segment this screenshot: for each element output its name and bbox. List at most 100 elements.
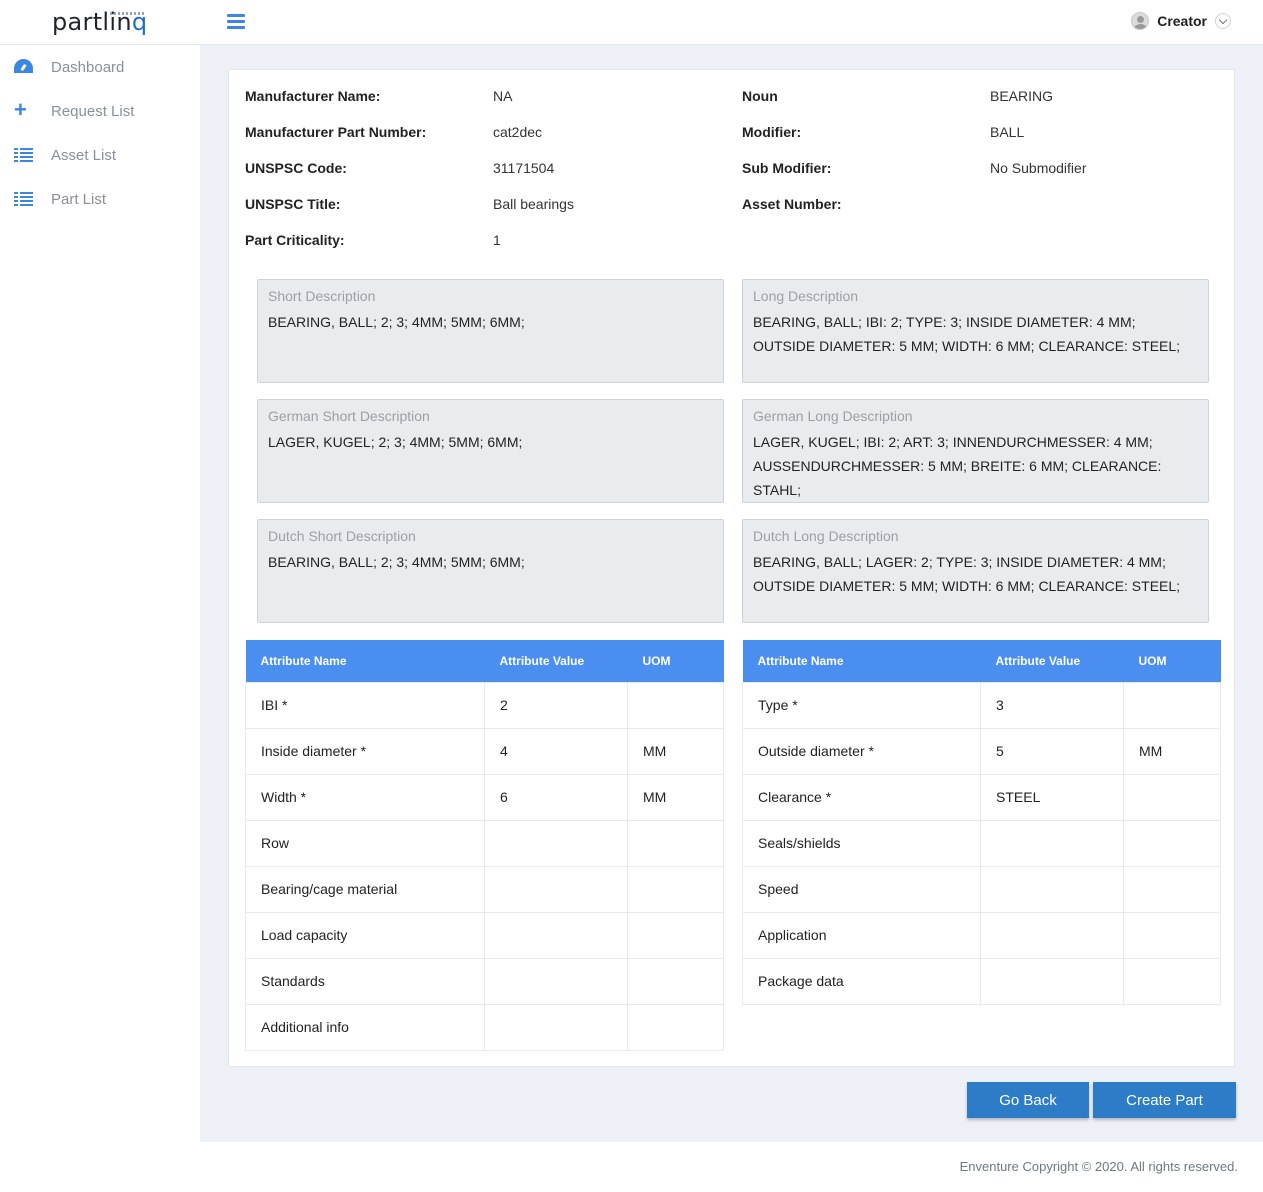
uom-header: UOM — [1123, 640, 1221, 682]
dutch-long-description-text: BEARING, BALL; LAGER: 2; TYPE: 3; INSIDE… — [753, 554, 1181, 594]
long-description-label: Long Description — [753, 288, 859, 304]
attribute-name-cell: Width * — [245, 773, 485, 821]
attribute-name-cell: Clearance * — [742, 773, 981, 821]
user-name: Creator — [1157, 13, 1207, 29]
attribute-value-cell — [484, 911, 628, 959]
manufacturer-part-number-label: Manufacturer Part Number: — [245, 124, 427, 140]
short-description-box[interactable]: Short Description BEARING, BALL; 2; 3; 4… — [257, 279, 724, 383]
user-avatar-icon — [1131, 12, 1150, 30]
table-header-row: Attribute Name Attribute Value UOM — [245, 640, 724, 682]
table-row: Speed — [742, 865, 1221, 913]
unspsc-title-label: UNSPSC Title: — [245, 196, 341, 212]
list-icon — [14, 189, 34, 209]
right-attribute-table: Attribute Name Attribute Value UOM Type … — [742, 640, 1221, 1005]
long-description-box[interactable]: Long Description BEARING, BALL; IBI: 2; … — [742, 279, 1209, 383]
part-criticality-value: 1 — [493, 232, 501, 248]
german-short-description-label: German Short Description — [268, 408, 430, 424]
attribute-name-cell: Row — [245, 819, 485, 867]
list-icon — [14, 145, 34, 165]
dutch-short-description-label: Dutch Short Description — [268, 528, 416, 544]
create-part-button[interactable]: Create Part — [1093, 1082, 1236, 1118]
sidebar-item-label: Asset List — [51, 146, 117, 164]
attribute-value-cell: 6 — [484, 773, 628, 821]
table-row: IBI * 2 — [245, 681, 724, 729]
dashboard-icon — [14, 57, 34, 77]
go-back-button[interactable]: Go Back — [967, 1082, 1089, 1118]
unspsc-code-label: UNSPSC Code: — [245, 160, 347, 176]
uom-cell — [627, 911, 724, 959]
top-header: partlinq Creator — [0, 0, 1263, 45]
noun-value: BEARING — [990, 88, 1054, 104]
short-description-text: BEARING, BALL; 2; 3; 4MM; 5MM; 6MM; — [268, 314, 525, 330]
table-row: Inside diameter * 4 MM — [245, 727, 724, 775]
uom-cell — [1123, 865, 1221, 913]
table-header-row: Attribute Name Attribute Value UOM — [742, 640, 1221, 682]
table-row: Seals/shields — [742, 819, 1221, 867]
attribute-name-cell: Standards — [245, 957, 485, 1005]
sidebar-item-request-list[interactable]: + Request List — [0, 89, 200, 133]
uom-cell — [627, 865, 724, 913]
attribute-name-cell: IBI * — [245, 681, 485, 729]
attribute-value-cell: STEEL — [980, 773, 1124, 821]
part-details-card: Manufacturer Name: NA Noun BEARING Manuf… — [228, 69, 1235, 1067]
table-row: Standards — [245, 957, 724, 1005]
table-row: Bearing/cage material — [245, 865, 724, 913]
footer-copyright: Enventure Copyright © 2020. All rights r… — [959, 1159, 1238, 1174]
manufacturer-name-label: Manufacturer Name: — [245, 88, 381, 104]
logo-decoration — [110, 12, 144, 15]
table-row: Type * 3 — [742, 681, 1221, 729]
attribute-value-header: Attribute Value — [980, 640, 1124, 682]
uom-cell — [1123, 681, 1221, 729]
attribute-name-header: Attribute Name — [742, 640, 981, 682]
attribute-value-header: Attribute Value — [484, 640, 628, 682]
uom-cell — [1123, 819, 1221, 867]
german-long-description-text: LAGER, KUGEL; IBI: 2; ART: 3; INNENDURCH… — [753, 434, 1162, 498]
modifier-value: BALL — [990, 124, 1025, 140]
part-criticality-label: Part Criticality: — [245, 232, 345, 248]
attribute-value-cell — [484, 819, 628, 867]
attribute-name-cell: Additional info — [245, 1003, 485, 1051]
sidebar-item-part-list[interactable]: Part List — [0, 177, 200, 221]
table-row: Row — [245, 819, 724, 867]
sub-modifier-label: Sub Modifier: — [742, 160, 832, 176]
attribute-value-cell: 3 — [980, 681, 1124, 729]
asset-number-label: Asset Number: — [742, 196, 842, 212]
german-short-description-text: LAGER, KUGEL; 2; 3; 4MM; 5MM; 6MM; — [268, 434, 523, 450]
attribute-name-cell: Outside diameter * — [742, 727, 981, 775]
attribute-value-cell — [980, 819, 1124, 867]
table-row: Clearance * STEEL — [742, 773, 1221, 821]
attribute-name-cell: Load capacity — [245, 911, 485, 959]
sidebar-item-dashboard[interactable]: Dashboard — [0, 45, 200, 89]
attribute-value-cell — [980, 865, 1124, 913]
attribute-name-cell: Speed — [742, 865, 981, 913]
uom-cell — [1123, 773, 1221, 821]
attribute-name-cell: Type * — [742, 681, 981, 729]
german-long-description-box[interactable]: German Long Description LAGER, KUGEL; IB… — [742, 399, 1209, 503]
main-content: Manufacturer Name: NA Noun BEARING Manuf… — [200, 45, 1263, 1142]
short-description-label: Short Description — [268, 288, 376, 304]
attribute-name-cell: Bearing/cage material — [245, 865, 485, 913]
uom-cell — [1123, 957, 1221, 1005]
sidebar-item-label: Dashboard — [51, 58, 125, 76]
sub-modifier-value: No Submodifier — [990, 160, 1087, 176]
attribute-name-cell: Seals/shields — [742, 819, 981, 867]
dutch-long-description-label: Dutch Long Description — [753, 528, 899, 544]
dutch-short-description-box[interactable]: Dutch Short Description BEARING, BALL; 2… — [257, 519, 724, 623]
table-row: Width * 6 MM — [245, 773, 724, 821]
attribute-value-cell — [980, 957, 1124, 1005]
menu-toggle-icon[interactable] — [227, 14, 245, 29]
uom-cell — [627, 957, 724, 1005]
german-short-description-box[interactable]: German Short Description LAGER, KUGEL; 2… — [257, 399, 724, 503]
uom-cell: MM — [627, 727, 724, 775]
table-row: Load capacity — [245, 911, 724, 959]
uom-cell: MM — [1123, 727, 1221, 775]
table-row: Application — [742, 911, 1221, 959]
attribute-name-header: Attribute Name — [245, 640, 485, 682]
dutch-long-description-box[interactable]: Dutch Long Description BEARING, BALL; LA… — [742, 519, 1209, 623]
sidebar-item-asset-list[interactable]: Asset List — [0, 133, 200, 177]
user-menu[interactable]: Creator — [1131, 12, 1231, 30]
uom-cell — [627, 681, 724, 729]
chevron-down-icon[interactable] — [1215, 13, 1231, 29]
unspsc-code-value: 31171504 — [493, 160, 555, 176]
attribute-value-cell — [484, 957, 628, 1005]
